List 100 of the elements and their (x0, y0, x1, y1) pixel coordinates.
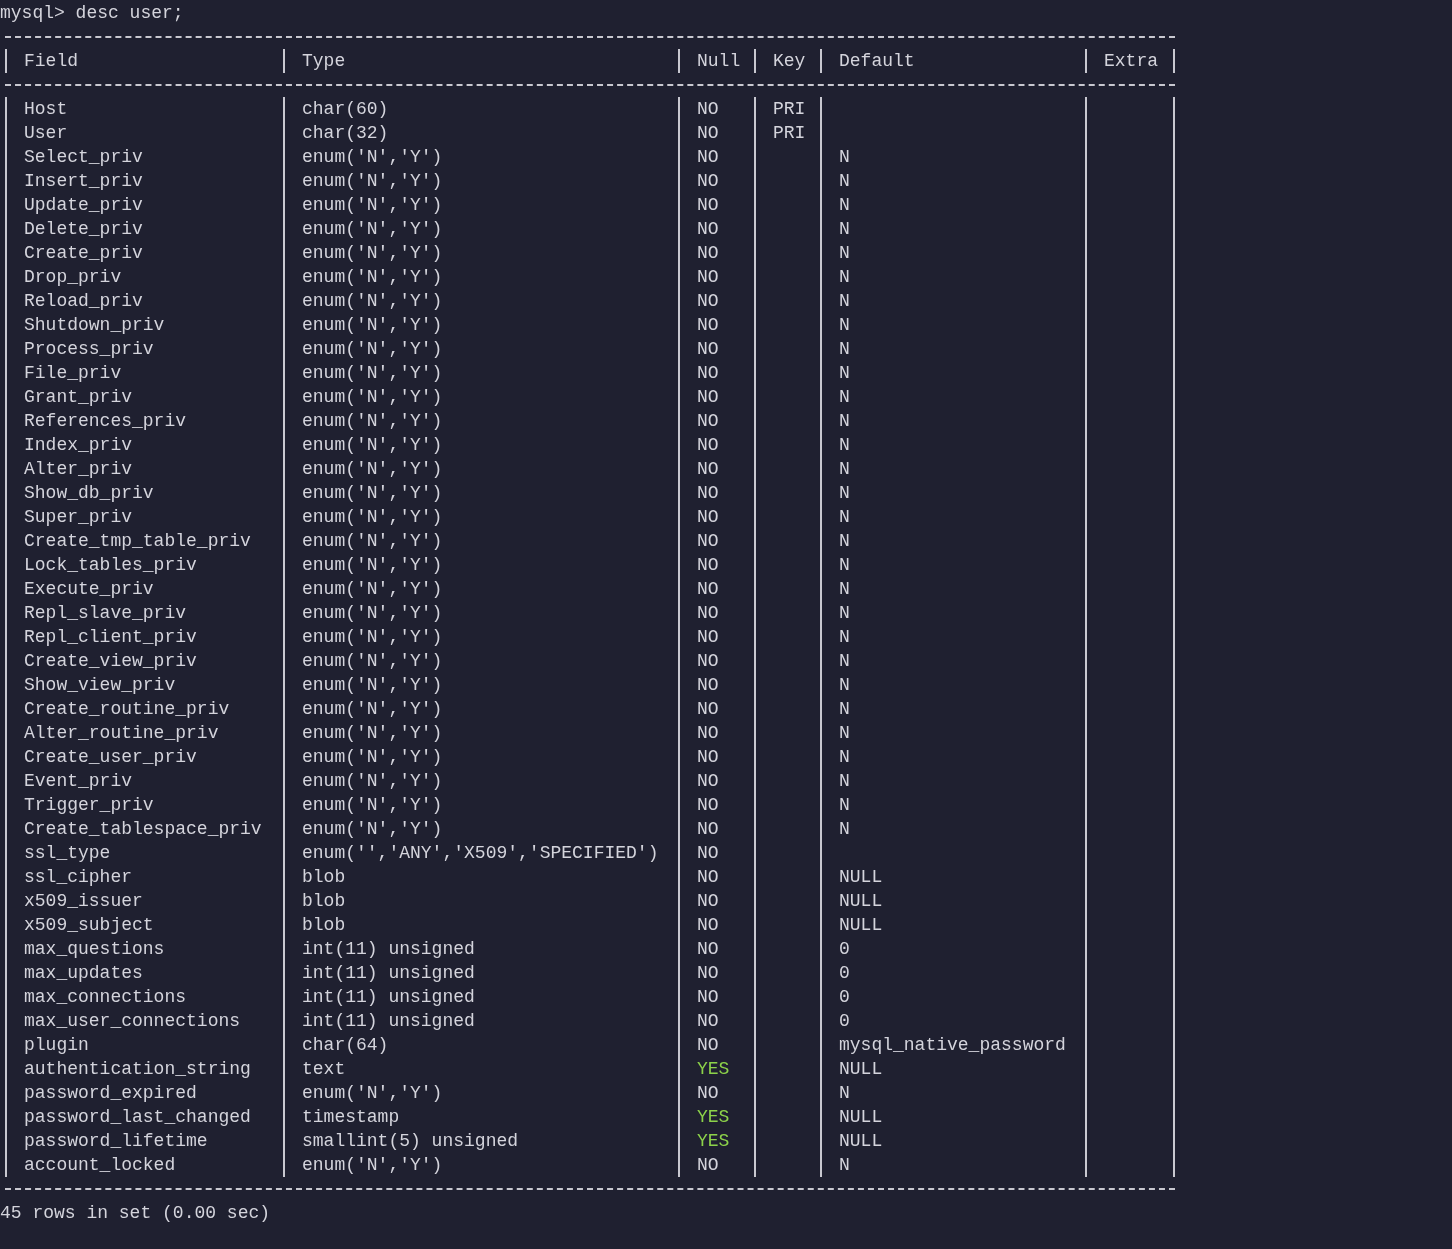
table-cell: NO (697, 1083, 719, 1103)
table-cell: Create_user_priv (24, 747, 197, 767)
table-cell: Alter_priv (24, 459, 133, 479)
table-cell: int(11) unsigned (302, 939, 475, 959)
table-cell: enum('N','Y') (302, 267, 443, 287)
table-cell: enum('N','Y') (302, 651, 443, 671)
column-header: Field (24, 51, 78, 71)
table-cell: enum('N','Y') (302, 243, 443, 263)
table-cell: YES (697, 1131, 730, 1151)
table-cell: enum('N','Y') (302, 483, 443, 503)
table-cell: N (839, 675, 850, 695)
table-cell: NULL (839, 1107, 883, 1127)
table-cell: NULL (839, 915, 883, 935)
table-cell: NO (697, 171, 719, 191)
table-cell: N (839, 771, 850, 791)
table-cell: max_updates (24, 963, 143, 983)
table-cell: N (839, 1155, 850, 1175)
table-cell: NULL (839, 1059, 883, 1079)
table-cell: char(64) (302, 1035, 389, 1055)
table-cell: NO (697, 963, 719, 983)
command-prompt: mysql> desc user; (0, 3, 184, 23)
table-cell: NO (697, 723, 719, 743)
table-cell: Repl_slave_priv (24, 603, 187, 623)
table-cell: char(32) (302, 123, 389, 143)
table-cell: enum('N','Y') (302, 795, 443, 815)
column-header: Default (839, 51, 915, 71)
table-cell: password_last_changed (24, 1107, 251, 1127)
table-cell: Shutdown_priv (24, 315, 165, 335)
table-cell: blob (302, 891, 346, 911)
table-cell: N (839, 411, 850, 431)
table-cell: NO (697, 291, 719, 311)
table-cell: NO (697, 867, 719, 887)
column-header: Extra (1104, 51, 1158, 71)
table-cell: enum('N','Y') (302, 387, 443, 407)
table-cell: Host (24, 99, 68, 119)
table-cell: N (839, 339, 850, 359)
table-cell: N (839, 243, 850, 263)
table-cell: timestamp (302, 1107, 400, 1127)
table-cell: Drop_priv (24, 267, 122, 287)
table-cell: Create_routine_priv (24, 699, 230, 719)
table-cell: NO (697, 771, 719, 791)
table-cell: enum('N','Y') (302, 171, 443, 191)
table-cell: NO (697, 315, 719, 335)
table-cell: N (839, 435, 850, 455)
table-cell: ssl_cipher (24, 867, 133, 887)
table-cell: NO (697, 819, 719, 839)
table-cell: NO (697, 147, 719, 167)
table-cell: References_priv (24, 411, 187, 431)
table-cell: enum('N','Y') (302, 723, 443, 743)
column-header: Key (773, 51, 806, 71)
table-cell: int(11) unsigned (302, 1011, 475, 1031)
table-cell: NO (697, 195, 719, 215)
table-cell: N (839, 267, 850, 287)
table-cell: N (839, 315, 850, 335)
table-cell: NO (697, 483, 719, 503)
table-cell: PRI (773, 123, 806, 143)
table-cell: password_expired (24, 1083, 197, 1103)
table-cell: text (302, 1059, 346, 1079)
table-cell: Create_priv (24, 243, 143, 263)
table-cell: N (839, 699, 850, 719)
table-cell: enum('N','Y') (302, 459, 443, 479)
table-cell: Reload_priv (24, 291, 143, 311)
table-cell: enum('N','Y') (302, 435, 443, 455)
table-cell: N (839, 1083, 850, 1103)
table-cell: Show_db_priv (24, 483, 154, 503)
table-cell: max_connections (24, 987, 187, 1007)
table-cell: NO (697, 555, 719, 575)
column-header: Type (302, 51, 346, 71)
table-cell: NO (697, 915, 719, 935)
table-cell: N (839, 627, 850, 647)
table-cell: enum('N','Y') (302, 315, 443, 335)
table-cell: enum('N','Y') (302, 411, 443, 431)
table-cell: NO (697, 243, 719, 263)
table-cell: enum('N','Y') (302, 1155, 443, 1175)
table-cell: Trigger_priv (24, 795, 154, 815)
table-cell: N (839, 651, 850, 671)
table-cell: enum('N','Y') (302, 699, 443, 719)
table-cell: enum('N','Y') (302, 291, 443, 311)
table-cell: enum('N','Y') (302, 195, 443, 215)
table-cell: max_questions (24, 939, 165, 959)
table-cell: N (839, 579, 850, 599)
table-cell: smallint(5) unsigned (302, 1131, 519, 1151)
table-cell: N (839, 507, 850, 527)
table-cell: NO (697, 699, 719, 719)
table-cell: enum('N','Y') (302, 363, 443, 383)
result-summary: 45 rows in set (0.00 sec) (0, 1203, 271, 1223)
table-cell: 0 (839, 939, 850, 959)
table-cell: NO (697, 531, 719, 551)
table-cell: enum('N','Y') (302, 675, 443, 695)
table-cell: N (839, 483, 850, 503)
table-cell: enum('N','Y') (302, 507, 443, 527)
table-cell: plugin (24, 1035, 89, 1055)
table-cell: NO (697, 603, 719, 623)
table-cell: NO (697, 1035, 719, 1055)
table-cell: char(60) (302, 99, 389, 119)
table-cell: Delete_priv (24, 219, 143, 239)
table-cell: Lock_tables_priv (24, 555, 197, 575)
table-cell: NO (697, 795, 719, 815)
table-cell: blob (302, 867, 346, 887)
table-cell: Super_priv (24, 507, 133, 527)
